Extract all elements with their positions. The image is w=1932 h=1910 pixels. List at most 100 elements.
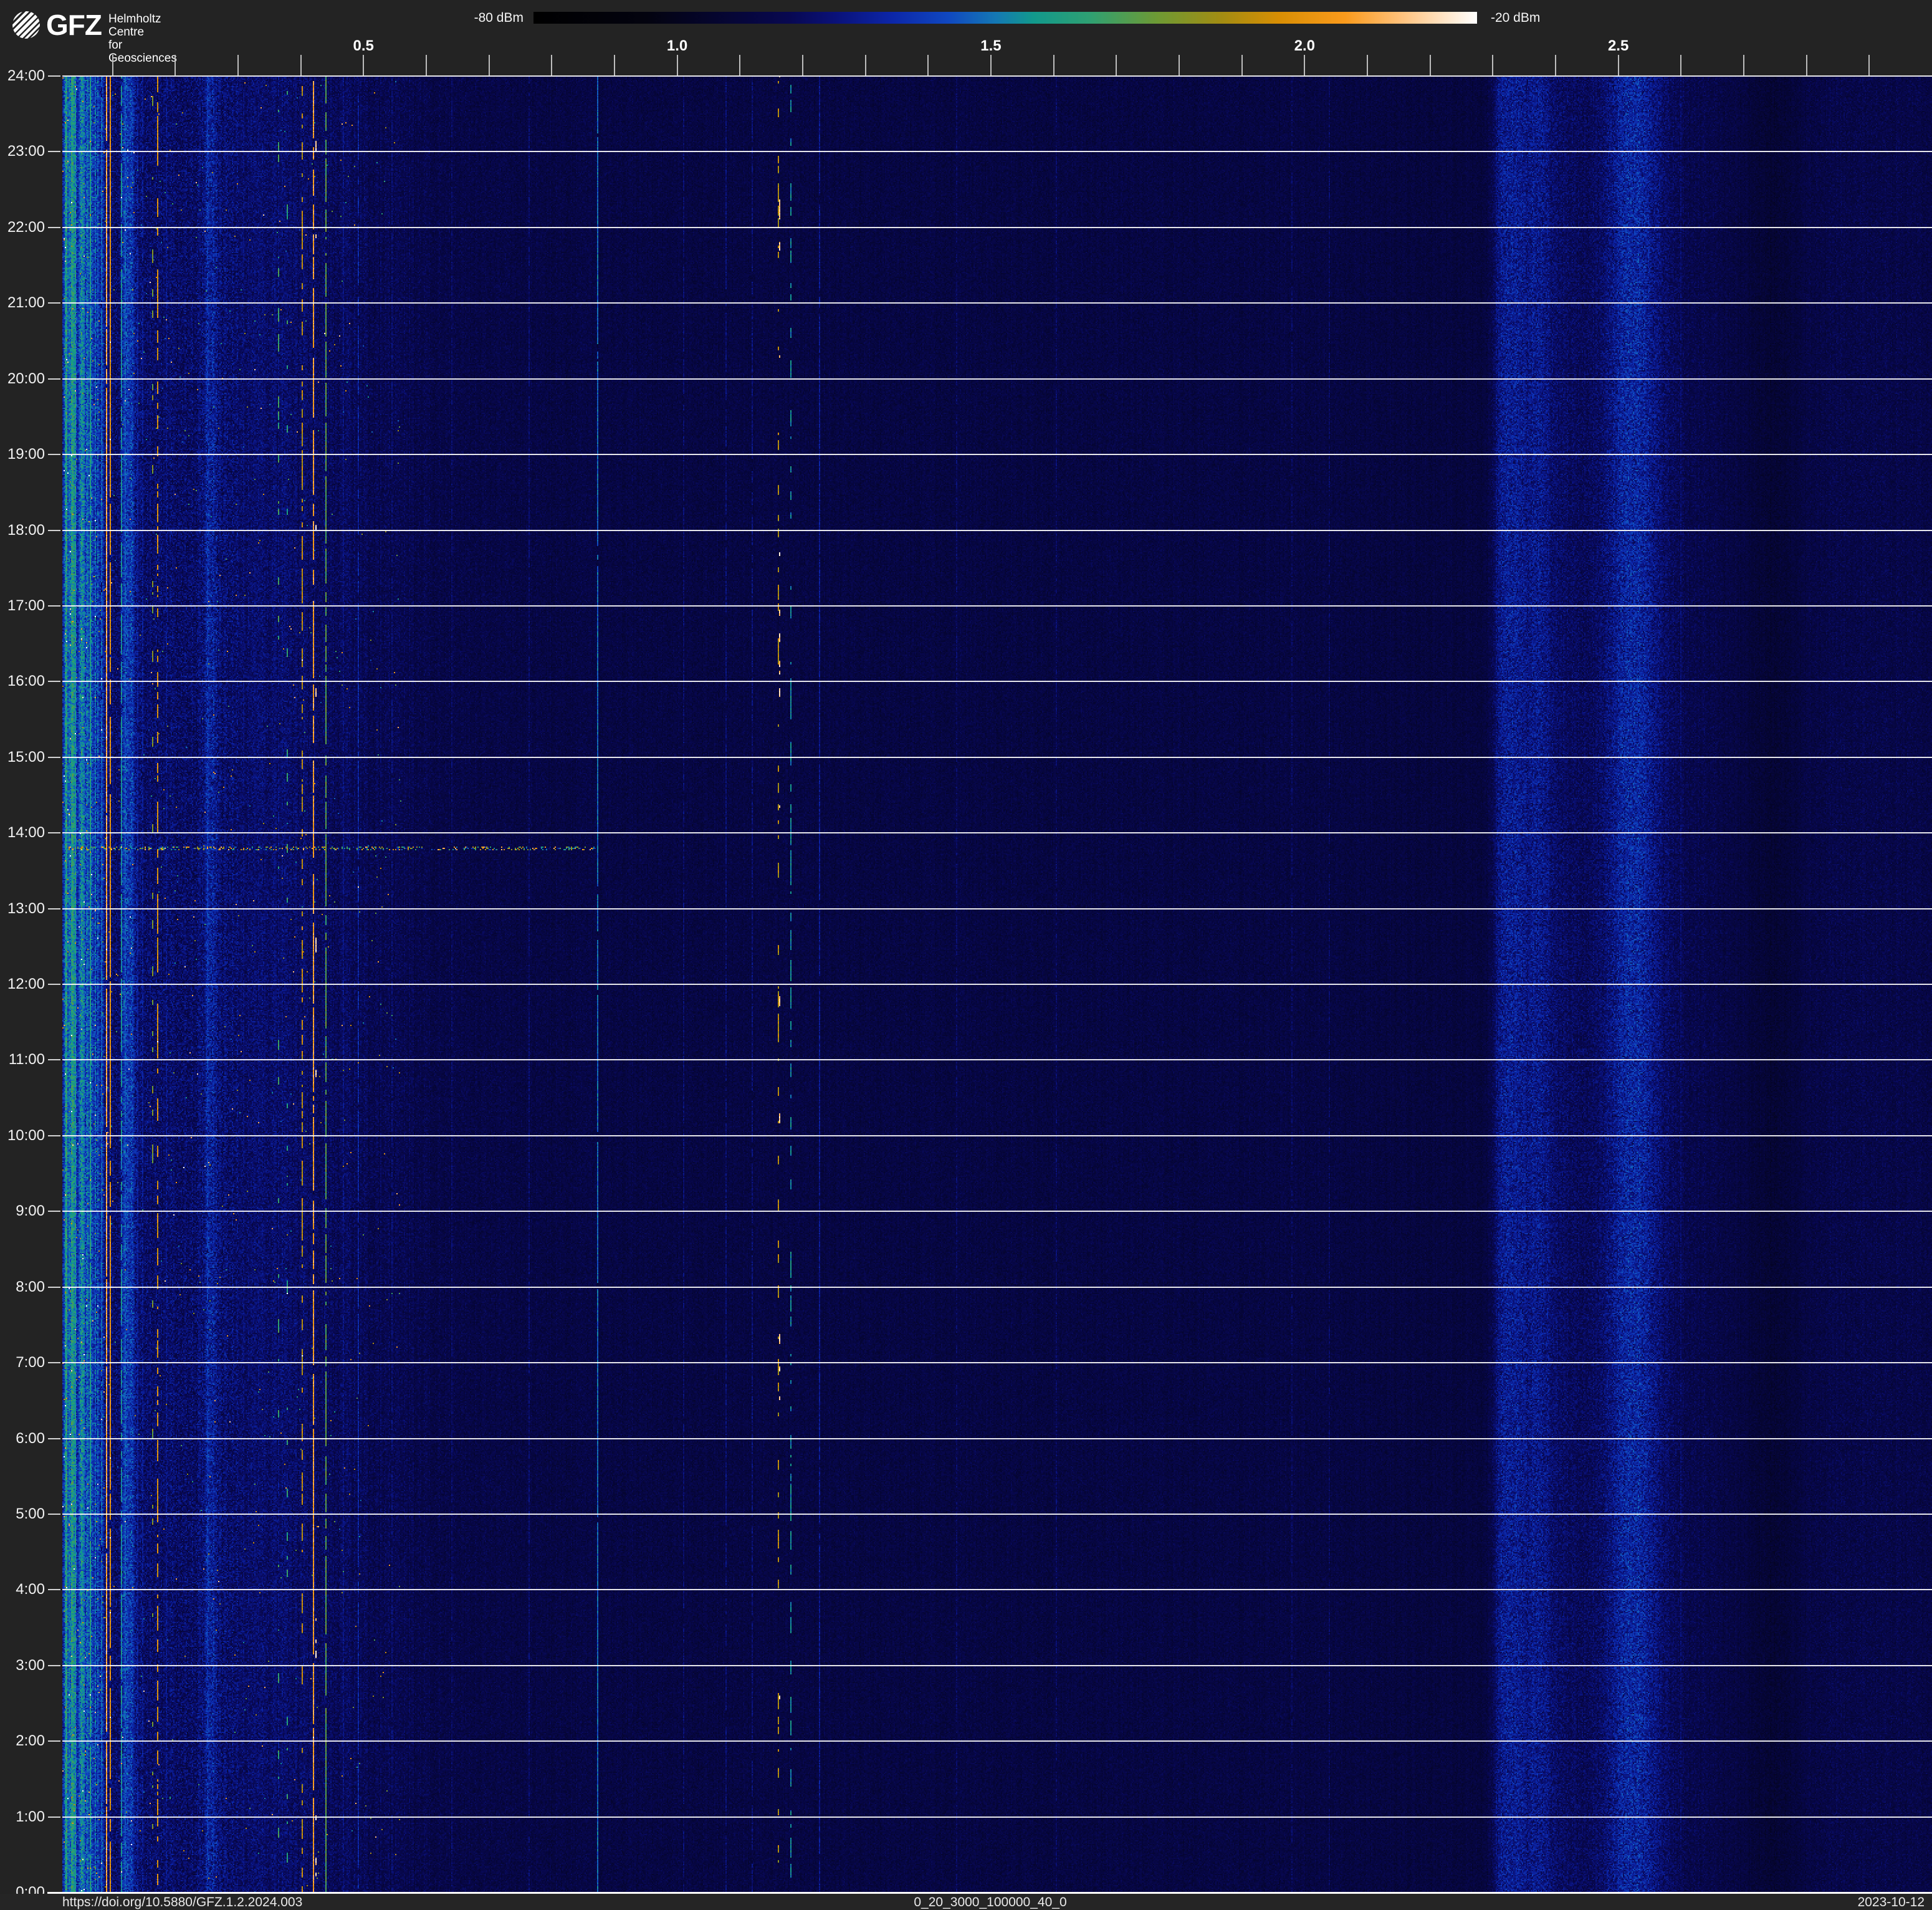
time-tick-label: 12:00 [0,976,45,993]
spectrogram-page: GFZ Helmholtz Centre for Geosciences -80… [0,0,1932,1910]
time-tick-label: 23:00 [0,143,45,160]
hour-gridline [62,984,1932,985]
frequency-tick-label: 2.5 [1590,37,1647,55]
time-tick-label: 6:00 [0,1430,45,1447]
hour-gridline [62,1438,1932,1439]
frequency-minor-tick [1179,55,1180,75]
frequency-minor-tick [1367,55,1368,75]
frequency-tick-label: 1.5 [963,37,1019,55]
frequency-minor-tick [1430,55,1431,75]
time-tick-mark [48,681,60,682]
time-tick-label: 17:00 [0,597,45,615]
time-tick-label: 18:00 [0,522,45,539]
frequency-minor-tick [363,55,364,75]
date-label: 2023-10-12 [1858,1894,1925,1910]
time-tick-mark [48,302,60,304]
frequency-minor-tick [614,55,615,75]
time-tick-mark [48,908,60,909]
frequency-minor-tick [990,55,992,75]
gfz-tagline-line2: for Geosciences [108,39,177,65]
time-tick-label: 20:00 [0,370,45,388]
hour-gridline [62,1135,1932,1136]
frequency-minor-tick [1241,55,1243,75]
frequency-minor-tick [300,55,302,75]
frequency-minor-tick [489,55,490,75]
hour-gridline [62,1514,1932,1515]
frequency-minor-tick [1743,55,1744,75]
hour-gridline [62,1362,1932,1363]
hour-gridline [62,681,1932,682]
frequency-minor-tick [677,55,678,75]
frequency-minor-tick [1304,55,1305,75]
time-tick-label: 13:00 [0,900,45,918]
hour-gridline [62,1740,1932,1742]
frequency-minor-tick [1555,55,1556,75]
frequency-minor-tick [237,55,239,75]
gfz-tagline: Helmholtz Centre for Geosciences [108,12,177,65]
time-tick-mark [48,1438,60,1439]
time-tick-label: 3:00 [0,1657,45,1674]
frequency-minor-tick [551,55,552,75]
hour-gridline [62,1287,1932,1288]
time-tick-label: 22:00 [0,219,45,236]
time-tick-mark [48,757,60,758]
time-tick-mark [48,1816,60,1818]
time-tick-label: 15:00 [0,749,45,766]
time-tick-mark [48,378,60,380]
hour-gridline [62,832,1932,833]
time-tick-mark [48,1589,60,1590]
time-tick-mark [48,1362,60,1363]
time-tick-mark [48,1514,60,1515]
frequency-minor-tick [739,55,740,75]
hour-gridline [62,757,1932,758]
frequency-minor-tick [112,55,113,75]
hour-gridline [62,530,1932,531]
time-tick-mark [48,605,60,607]
frequency-minor-tick [1618,55,1619,75]
time-tick-label: 2:00 [0,1732,45,1750]
time-tick-mark [48,454,60,455]
frequency-minor-tick [1492,55,1493,75]
time-tick-mark [48,1665,60,1666]
time-tick-label: 14:00 [0,824,45,842]
header-bar: GFZ Helmholtz Centre for Geosciences -80… [0,0,1932,74]
frequency-minor-tick [1116,55,1117,75]
time-tick-label: 9:00 [0,1202,45,1220]
gfz-globe-icon [11,10,41,40]
hour-gridline [62,302,1932,304]
hour-gridline [62,227,1932,228]
hour-gridline [62,605,1932,607]
hour-gridline [62,1589,1932,1590]
gfz-tagline-line1: Helmholtz Centre [108,12,177,39]
time-tick-mark [48,75,60,77]
time-tick-label: 1:00 [0,1808,45,1826]
x-axis-baseline [47,1892,1932,1894]
hour-gridline [62,1211,1932,1212]
time-tick-mark [48,1740,60,1742]
time-tick-mark [48,1211,60,1212]
time-tick-mark [48,227,60,228]
time-tick-label: 7:00 [0,1354,45,1371]
time-tick-label: 5:00 [0,1505,45,1523]
frequency-minor-tick [802,55,803,75]
time-tick-label: 24:00 [0,67,45,85]
frequency-minor-tick [1680,55,1681,75]
time-tick-mark [48,1135,60,1136]
hour-gridline [62,75,1932,77]
frequency-tick-label: 1.0 [649,37,705,55]
gfz-brand-text: GFZ [46,9,102,41]
time-tick-label: 11:00 [0,1051,45,1068]
hour-gridline [62,908,1932,909]
time-tick-label: 21:00 [0,294,45,312]
colorbar-max-label: -20 dBm [1491,11,1540,26]
doi-link[interactable]: https://doi.org/10.5880/GFZ.1.2.2024.003 [62,1894,302,1910]
time-tick-mark [48,1059,60,1060]
frequency-tick-label: 0.5 [335,37,391,55]
time-tick-mark [48,151,60,152]
spectrogram-plot-area [62,76,1932,1893]
hour-gridline [62,1816,1932,1818]
hour-gridline [62,454,1932,455]
frequency-tick-label: 2.0 [1276,37,1332,55]
time-tick-mark [48,530,60,531]
frequency-minor-tick [1806,55,1807,75]
